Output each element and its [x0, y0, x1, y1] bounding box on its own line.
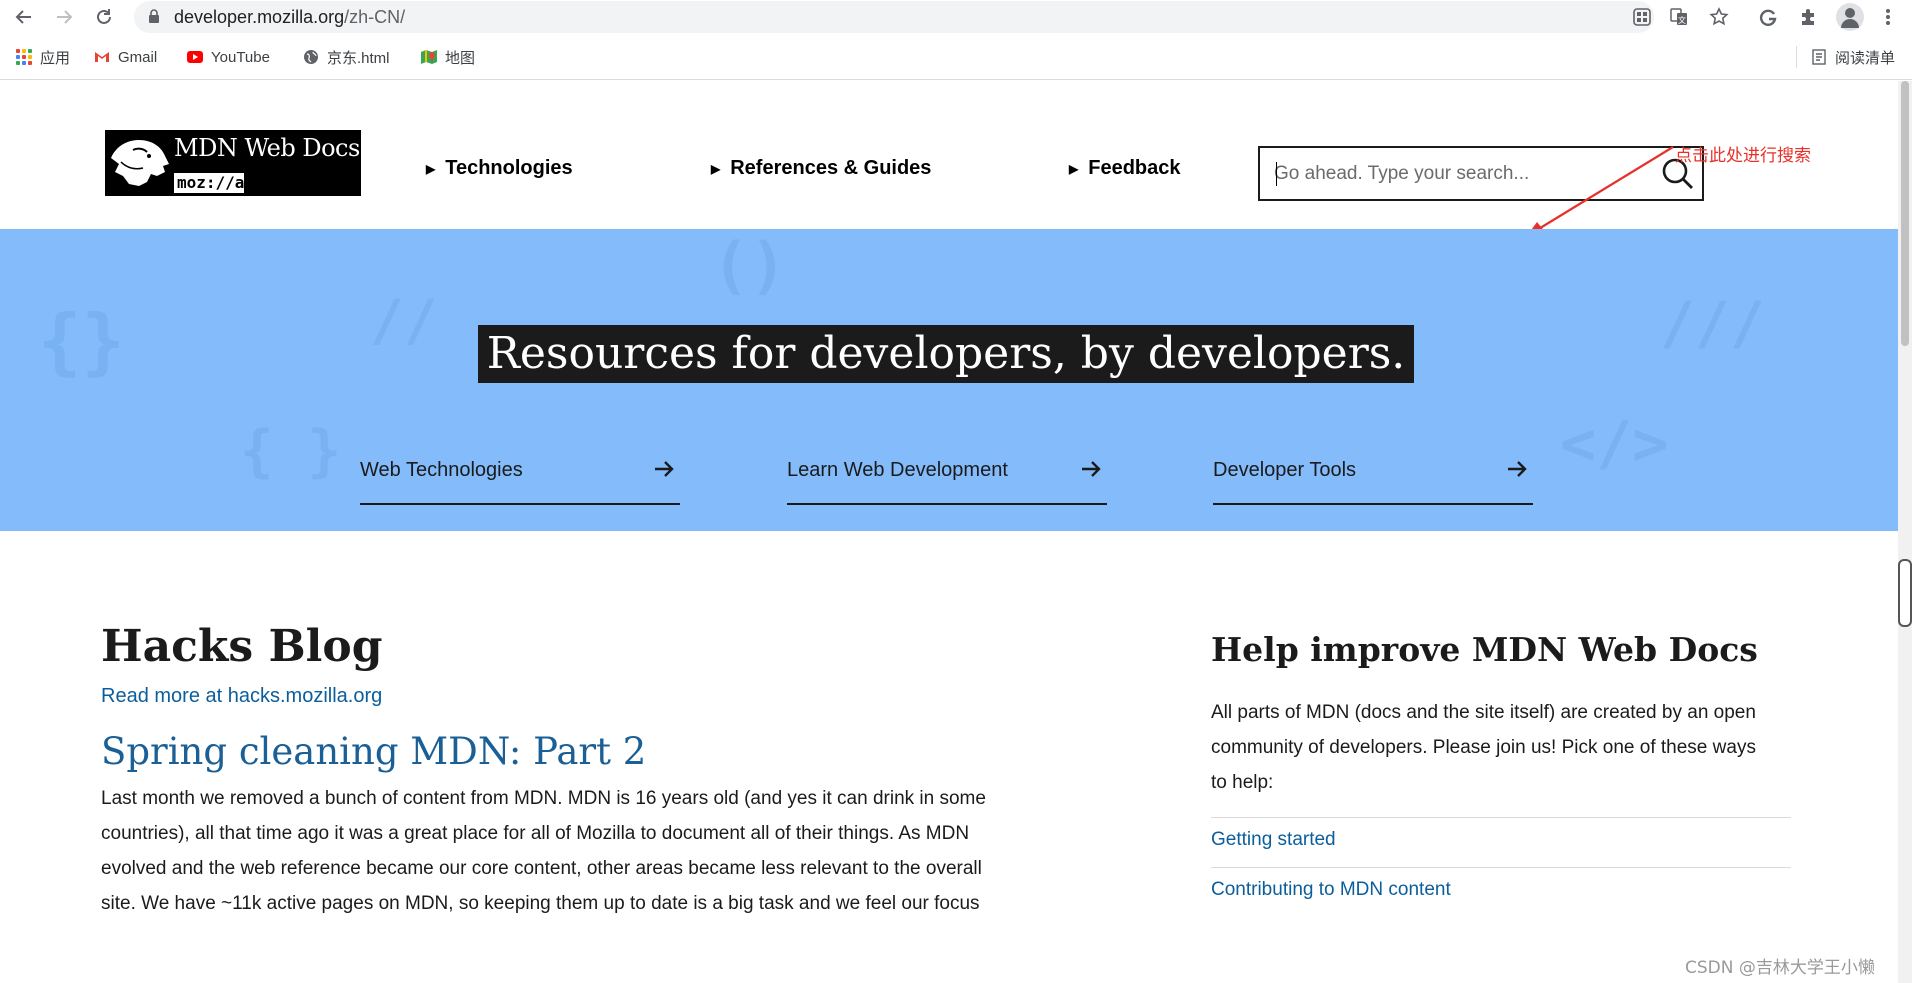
bookmark-label: YouTube	[211, 48, 270, 66]
install-app-icon[interactable]	[1630, 5, 1654, 29]
hero-pattern: { }	[240, 419, 342, 484]
help-link-contributing[interactable]: Contributing to MDN content	[1211, 879, 1451, 901]
help-line: community of developers. Please join us!…	[1211, 737, 1756, 758]
reload-button[interactable]	[90, 3, 118, 31]
site-header: MDN Web Docs moz://a ▶ Technologies ▶ Re…	[0, 81, 1898, 237]
triangle-right-icon: ▶	[1069, 161, 1079, 176]
lock-icon	[149, 9, 159, 23]
hero-pattern: ///	[1660, 289, 1765, 357]
apps-grid-icon	[16, 49, 32, 65]
excerpt-line: Last month we removed a bunch of content…	[101, 788, 986, 809]
hero-link-label: Web Technologies	[360, 459, 523, 481]
help-line: All parts of MDN (docs and the site itse…	[1211, 702, 1756, 723]
hero-pattern: </>	[1560, 409, 1669, 479]
bookmark-youtube[interactable]: YouTube	[187, 46, 270, 68]
hero-link-label: Learn Web Development	[787, 459, 1008, 481]
nav-technologies[interactable]: ▶ Technologies	[426, 157, 573, 180]
nav-label: Technologies	[445, 157, 573, 179]
bookmark-jd[interactable]: 京东.html	[303, 46, 390, 68]
nav-references-guides[interactable]: ▶ References & Guides	[711, 157, 931, 180]
help-link-getting-started[interactable]: Getting started	[1211, 829, 1336, 851]
bookmark-maps[interactable]: 地图	[421, 46, 475, 68]
translate-icon[interactable]: 文	[1667, 5, 1691, 29]
page-scrollbar[interactable]	[1898, 81, 1912, 983]
divider	[1211, 867, 1791, 868]
browser-toolbar: developer.mozilla.org/zh-CN/ 文	[0, 0, 1912, 34]
side-panel-handle[interactable]	[1898, 559, 1912, 627]
mozilla-wordmark: moz://a	[174, 173, 244, 193]
bookmarks-bar: 应用 Gmail YouTube 京东.html 地图 阅读清单	[0, 42, 1912, 72]
url-path: /zh-CN/	[344, 7, 406, 27]
hero-pattern: ()	[712, 229, 787, 302]
arrow-right-icon	[655, 461, 674, 477]
bookmark-apps[interactable]: 应用	[16, 46, 70, 68]
back-button[interactable]	[10, 3, 38, 31]
forward-button[interactable]	[50, 3, 78, 31]
annotation-callout: 点击此处进行搜索	[1675, 146, 1811, 166]
arrow-right-icon	[1082, 461, 1101, 477]
profile-avatar-icon[interactable]	[1836, 3, 1864, 31]
help-heading: Help improve MDN Web Docs	[1211, 630, 1758, 669]
mozilla-wordmark-text: moz://a	[177, 173, 245, 192]
mdn-logo[interactable]: MDN Web Docs moz://a	[105, 130, 361, 196]
svg-text:文: 文	[1678, 15, 1686, 25]
excerpt-line: site. We have ~11k active pages on MDN, …	[101, 893, 980, 914]
hero-pattern: {}	[38, 299, 125, 383]
triangle-right-icon: ▶	[711, 161, 721, 176]
globe-icon	[304, 50, 318, 64]
reading-list-icon	[1812, 49, 1826, 65]
main-content: Hacks Blog Read more at hacks.mozilla.or…	[0, 531, 1898, 983]
triangle-right-icon: ▶	[426, 161, 436, 176]
hero-link-developer-tools[interactable]: Developer Tools	[1213, 453, 1533, 505]
scrollbar-thumb[interactable]	[1901, 81, 1909, 346]
blog-post-excerpt: Last month we removed a bunch of content…	[101, 781, 1041, 921]
divider	[1211, 817, 1791, 818]
help-line: to help:	[1211, 772, 1274, 793]
extensions-puzzle-icon[interactable]	[1796, 5, 1820, 29]
hero-pattern: //	[370, 289, 438, 354]
bookmark-label: 京东.html	[327, 49, 390, 67]
address-bar[interactable]: developer.mozilla.org/zh-CN/	[134, 1, 1654, 33]
hacks-blog-link[interactable]: Read more at hacks.mozilla.org	[101, 685, 382, 708]
gmail-icon	[95, 52, 109, 62]
arrow-right-icon	[1508, 461, 1527, 477]
bookmark-label: 地图	[445, 49, 476, 67]
grammar-extension-icon[interactable]	[1756, 5, 1780, 29]
reading-list[interactable]: 阅读清单	[1796, 46, 1895, 68]
hero-link-learn-web-development[interactable]: Learn Web Development	[787, 453, 1107, 505]
nav-label: References & Guides	[730, 157, 932, 179]
hero-link-web-technologies[interactable]: Web Technologies	[360, 453, 680, 505]
nav-label: Feedback	[1088, 157, 1181, 179]
reading-list-label: 阅读清单	[1835, 49, 1896, 67]
csdn-watermark: CSDN @吉林大学王小懒	[1685, 958, 1875, 978]
nav-feedback[interactable]: ▶ Feedback	[1069, 157, 1181, 180]
browser-chrome: developer.mozilla.org/zh-CN/ 文 应用 Gmail …	[0, 0, 1912, 80]
help-description: All parts of MDN (docs and the site itse…	[1211, 695, 1801, 800]
youtube-icon	[187, 51, 203, 63]
reload-icon	[97, 9, 111, 24]
mdn-page: MDN Web Docs moz://a ▶ Technologies ▶ Re…	[0, 81, 1898, 983]
hero-link-label: Developer Tools	[1213, 459, 1357, 481]
hero-title: Resources for developers, by developers.	[478, 325, 1414, 383]
logo-text: MDN Web Docs	[174, 134, 360, 162]
kebab-menu-icon[interactable]	[1876, 5, 1900, 29]
back-arrow-icon	[15, 10, 31, 24]
bookmark-label: Gmail	[118, 48, 158, 66]
bookmark-gmail[interactable]: Gmail	[94, 46, 157, 68]
blog-heading: Hacks Blog	[101, 621, 383, 672]
bookmark-label: 应用	[40, 49, 71, 67]
excerpt-line: evolved and the web reference became our…	[101, 858, 982, 879]
bookmark-star-icon[interactable]	[1707, 5, 1731, 29]
blog-post-title[interactable]: Spring cleaning MDN: Part 2	[101, 730, 646, 773]
dinosaur-logo-icon	[111, 140, 169, 186]
forward-arrow-icon	[57, 10, 73, 24]
url-text: developer.mozilla.org/zh-CN/	[174, 7, 405, 28]
hero-banner: {} // () { } </> /// Resources for devel…	[0, 229, 1898, 531]
url-host: developer.mozilla.org	[174, 7, 345, 27]
text-cursor	[1276, 162, 1277, 186]
maps-icon	[421, 50, 437, 64]
excerpt-line: countries), all that time ago it was a g…	[101, 823, 970, 844]
